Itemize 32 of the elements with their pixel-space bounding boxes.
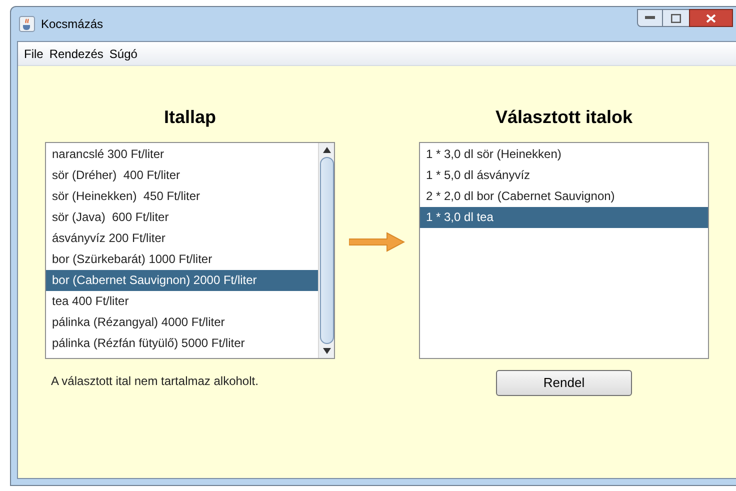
list-item[interactable]: sör (Heinekken) 450 Ft/liter: [46, 186, 318, 207]
list-item[interactable]: 1 * 5,0 dl ásványvíz: [420, 165, 708, 186]
list-item[interactable]: pálinka (Rézangyal) 4000 Ft/liter: [46, 312, 318, 333]
window-title: Kocsmázás: [41, 16, 104, 33]
list-item[interactable]: tea 400 Ft/liter: [46, 291, 318, 312]
list-item[interactable]: pálinka (Rézfán fütyülő) 5000 Ft/liter: [46, 333, 318, 354]
list-item[interactable]: bor (Szürkebarát) 1000 Ft/liter: [46, 249, 318, 270]
minimize-icon: [645, 16, 655, 20]
order-button[interactable]: Rendel: [496, 370, 632, 396]
maximize-icon: [671, 14, 681, 22]
maximize-button[interactable]: [663, 9, 689, 27]
list-item[interactable]: 1 * 3,0 dl sör (Heinekken): [420, 144, 708, 165]
list-item[interactable]: 2 * 2,0 dl bor (Cabernet Sauvignon): [420, 186, 708, 207]
right-arrow-icon: [349, 232, 405, 252]
list-item[interactable]: sör (Java) 600 Ft/liter: [46, 207, 318, 228]
minimize-button[interactable]: [637, 9, 663, 27]
list-heading: Választott italok: [495, 106, 633, 129]
scrollbar[interactable]: [318, 143, 334, 358]
list-item[interactable]: ásványvíz 200 Ft/liter: [46, 228, 318, 249]
menu-item[interactable]: Súgó: [109, 44, 138, 62]
coffee-cup-icon: [19, 16, 35, 32]
list-item[interactable]: 1 * 3,0 dl tea: [420, 207, 708, 228]
close-icon: [706, 14, 716, 22]
menu-item[interactable]: Rendezés: [49, 44, 104, 62]
list-heading: Itallap: [164, 106, 216, 129]
scroll-thumb[interactable]: [320, 157, 334, 344]
list-item[interactable]: narancslé 300 Ft/liter: [46, 144, 318, 165]
close-button[interactable]: [689, 9, 733, 27]
menu-item[interactable]: File: [24, 44, 44, 62]
list-item[interactable]: sör (Dréher) 400 Ft/liter: [46, 165, 318, 186]
list-item[interactable]: bor (Cabernet Sauvignon) 2000 Ft/liter: [46, 270, 318, 291]
status-text: A választott ital nem tartalmaz alkoholt.: [51, 373, 258, 390]
